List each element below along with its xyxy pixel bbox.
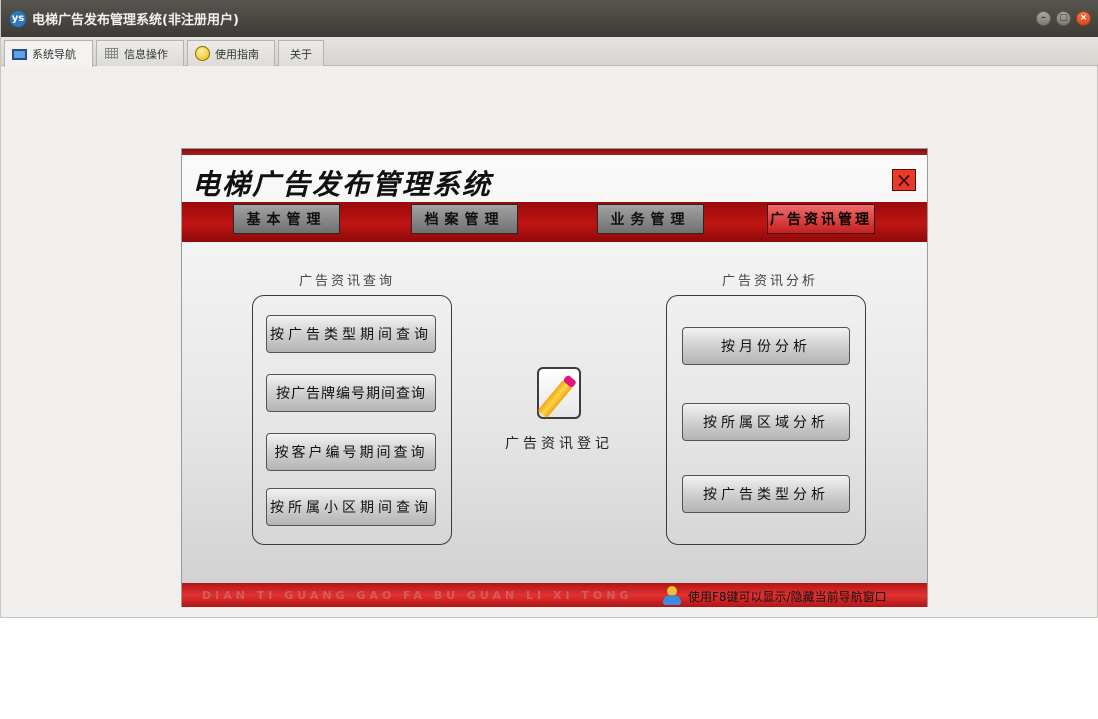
tab-info-ops[interactable]: 信息操作 [96, 40, 184, 66]
menu-business-management[interactable]: 业务管理 [597, 204, 704, 234]
tab-about[interactable]: 关于 [278, 40, 324, 66]
menu-basic-management[interactable]: 基本管理 [233, 204, 340, 234]
panel-title: 电梯广告发布管理系统 [192, 168, 493, 201]
footer-pinyin-text: DIAN TI GUANG GAO FA BU GUAN LI XI TONG [202, 589, 633, 602]
app-window: ys 电梯广告发布管理系统(非注册用户) – □ × 系统导航 信息操作 使用指… [0, 0, 1098, 618]
menu-archive-management[interactable]: 档案管理 [411, 204, 518, 234]
title-bar[interactable]: ys 电梯广告发布管理系统(非注册用户) – □ × [1, 0, 1098, 37]
analyze-by-ad-type-button[interactable]: 按广告类型分析 [682, 475, 850, 513]
analysis-section-title: 广告资讯分析 [722, 274, 819, 289]
query-by-billboard-number-button[interactable]: 按广告牌编号期间查询 [266, 374, 436, 412]
window-controls: – □ × [1036, 11, 1091, 26]
close-icon[interactable]: × [1076, 11, 1091, 26]
register-label: 广告资讯登记 [505, 436, 613, 452]
monitor-icon [11, 48, 27, 61]
analyze-by-month-button[interactable]: 按月份分析 [682, 327, 850, 365]
tab-label: 关于 [290, 47, 312, 61]
app-icon: ys [10, 10, 26, 27]
menu-ad-info-management[interactable]: 广告资讯管理 [767, 204, 875, 234]
edit-document-icon [537, 367, 581, 419]
help-icon [194, 46, 210, 61]
tab-system-nav[interactable]: 系统导航 [4, 40, 93, 67]
status-footer: DIAN TI GUANG GAO FA BU GUAN LI XI TONG … [182, 583, 927, 607]
close-icon: × [895, 168, 913, 192]
main-panel: 电梯广告发布管理系统 × 基本管理 档案管理 业务管理 广告资讯管理 广告资讯查… [181, 148, 928, 607]
analyze-by-region-button[interactable]: 按所属区域分析 [682, 403, 850, 441]
ad-info-register[interactable]: 广告资讯登记 [504, 367, 614, 453]
tab-user-guide[interactable]: 使用指南 [187, 40, 275, 66]
maximize-icon[interactable]: □ [1056, 11, 1071, 26]
tab-strip: 系统导航 信息操作 使用指南 关于 [1, 37, 1098, 67]
user-icon [662, 586, 682, 606]
query-section-title: 广告资讯查询 [299, 274, 396, 289]
query-by-ad-type-button[interactable]: 按广告类型期间查询 [266, 315, 436, 353]
query-by-customer-number-button[interactable]: 按客户编号期间查询 [266, 433, 436, 471]
panel-top-border [182, 149, 927, 155]
tab-label: 使用指南 [215, 47, 259, 61]
minimize-icon[interactable]: – [1036, 11, 1051, 26]
tab-label: 系统导航 [32, 48, 76, 61]
grid-icon [103, 47, 119, 60]
query-by-community-button[interactable]: 按所属小区期间查询 [266, 488, 436, 526]
menu-bar: 基本管理 档案管理 业务管理 广告资讯管理 [182, 202, 927, 242]
tab-label: 信息操作 [124, 47, 168, 61]
footer-tip: 使用F8键可以显示/隐藏当前导航窗口 [662, 586, 887, 606]
panel-close-button[interactable]: × [892, 169, 916, 191]
footer-tip-text: 使用F8键可以显示/隐藏当前导航窗口 [688, 589, 887, 604]
window-title: 电梯广告发布管理系统(非注册用户) [32, 13, 239, 28]
